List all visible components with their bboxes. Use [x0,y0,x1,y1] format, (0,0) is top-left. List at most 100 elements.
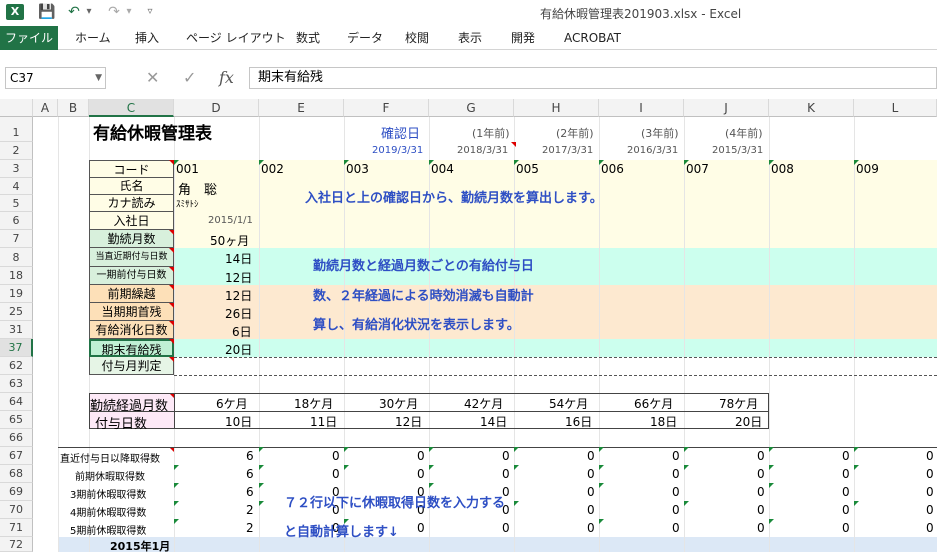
taken-d-5[interactable]: 2 [246,521,254,535]
redo-icon[interactable]: ↷ [106,3,122,21]
code-003[interactable]: 003 [346,162,369,176]
zero-k-69[interactable]: 0 [842,485,850,499]
zero-j-69[interactable]: 0 [757,485,765,499]
row-header-19[interactable]: 19 [0,285,33,303]
col-header-d[interactable]: D [174,99,259,117]
cancel-icon[interactable]: ✕ [146,68,159,87]
zero-j-70[interactable]: 0 [757,503,765,517]
undo-icon[interactable]: ↶ [66,3,82,21]
col-header-c[interactable]: C [89,99,174,117]
zero-f-67[interactable]: 0 [417,449,425,463]
zero-l-68[interactable]: 0 [926,467,934,481]
col-header-b[interactable]: B [58,99,89,117]
hire-date-value[interactable]: 2015/1/1 [208,215,253,226]
tab-acrobat[interactable]: ACROBAT [564,26,621,50]
row-header-67[interactable]: 67 [0,447,33,465]
row-header-8[interactable]: 8 [0,248,33,267]
row-header-68[interactable]: 68 [0,465,33,483]
row-header-63[interactable]: 63 [0,375,33,393]
zero-l-71[interactable]: 0 [926,521,934,535]
zero-h-70[interactable]: 0 [587,503,595,517]
zero-i-67[interactable]: 0 [672,449,680,463]
row-header-37[interactable]: 37 [0,339,33,357]
formula-input[interactable]: 期末有給残 [249,67,937,89]
row-header-71[interactable]: 71 [0,519,33,537]
tab-insert[interactable]: 挿入 [135,26,159,50]
row-header-18[interactable]: 18 [0,267,33,285]
zero-f-68[interactable]: 0 [417,467,425,481]
tab-page-layout[interactable]: ページ レイアウト [186,26,286,50]
zero-h-71[interactable]: 0 [587,521,595,535]
enter-icon[interactable]: ✓ [183,68,196,87]
code-005[interactable]: 005 [516,162,539,176]
tab-data[interactable]: データ [347,26,383,50]
row-header-4[interactable]: 4 [0,178,33,195]
code-006[interactable]: 006 [601,162,624,176]
employee-name[interactable]: 角 聡 [178,179,217,198]
taken-d-1[interactable]: 6 [246,449,254,463]
tab-formulas[interactable]: 数式 [296,26,320,50]
select-all-corner[interactable] [0,99,33,117]
row-header-6[interactable]: 6 [0,212,33,230]
employee-kana[interactable]: ｽﾐｻﾄｼ [176,197,199,210]
zero-k-71[interactable]: 0 [842,521,850,535]
undo-dropdown-icon[interactable]: ▾ [84,3,94,21]
zero-l-69[interactable]: 0 [926,485,934,499]
code-002[interactable]: 002 [261,162,284,176]
row-header-70[interactable]: 70 [0,501,33,519]
row-header-25[interactable]: 25 [0,303,33,321]
zero-i-71[interactable]: 0 [672,521,680,535]
zero-g-71[interactable]: 0 [502,521,510,535]
tab-developer[interactable]: 開発 [511,26,535,50]
zero-j-67[interactable]: 0 [757,449,765,463]
label-closing[interactable]: 期末有給残 [89,339,174,357]
row-header-2[interactable]: 2 [0,142,33,160]
col-header-g[interactable]: G [429,99,514,117]
taken-d-2[interactable]: 6 [246,467,254,481]
row-header-3[interactable]: 3 [0,160,33,178]
zero-g-68[interactable]: 0 [502,467,510,481]
zero-j-68[interactable]: 0 [757,467,765,481]
tab-review[interactable]: 校閲 [405,26,429,50]
zero-i-68[interactable]: 0 [672,467,680,481]
col-header-h[interactable]: H [514,99,599,117]
col-header-f[interactable]: F [344,99,429,117]
zero-f-71[interactable]: 0 [417,521,425,535]
save-icon[interactable]: 💾 [38,3,56,21]
col-header-j[interactable]: J [684,99,769,117]
col-header-e[interactable]: E [259,99,344,117]
code-001[interactable]: 001 [176,162,199,176]
zero-h-68[interactable]: 0 [587,467,595,481]
zero-i-69[interactable]: 0 [672,485,680,499]
code-008[interactable]: 008 [771,162,794,176]
zero-h-67[interactable]: 0 [587,449,595,463]
row-header-7[interactable]: 7 [0,230,33,248]
zero-k-67[interactable]: 0 [842,449,850,463]
col-header-a[interactable]: A [33,99,58,117]
zero-e-67[interactable]: 0 [332,449,340,463]
customize-toolbar-icon[interactable]: ▿ [144,3,156,21]
zero-h-69[interactable]: 0 [587,485,595,499]
code-009[interactable]: 009 [856,162,879,176]
row-header-62[interactable]: 62 [0,357,33,375]
row-header-31[interactable]: 31 [0,321,33,339]
zero-e-68[interactable]: 0 [332,467,340,481]
tab-file[interactable]: ファイル [0,26,58,50]
row-header-65[interactable]: 65 [0,411,33,429]
col-header-k[interactable]: K [769,99,854,117]
taken-d-4[interactable]: 2 [246,503,254,517]
zero-j-71[interactable]: 0 [757,521,765,535]
code-007[interactable]: 007 [686,162,709,176]
zero-k-68[interactable]: 0 [842,467,850,481]
row-header-66[interactable]: 66 [0,429,33,447]
tab-view[interactable]: 表示 [458,26,482,50]
code-004[interactable]: 004 [431,162,454,176]
name-box[interactable]: C37 ▼ [5,67,106,89]
tab-home[interactable]: ホーム [75,26,111,50]
zero-l-70[interactable]: 0 [926,503,934,517]
row-header-64[interactable]: 64 [0,393,33,411]
row-header-69[interactable]: 69 [0,483,33,501]
zero-l-67[interactable]: 0 [926,449,934,463]
row-header-5[interactable]: 5 [0,195,33,212]
spreadsheet-grid[interactable]: A B C D E F G H I J K L 1 2 3 4 5 6 7 8 … [0,99,937,552]
